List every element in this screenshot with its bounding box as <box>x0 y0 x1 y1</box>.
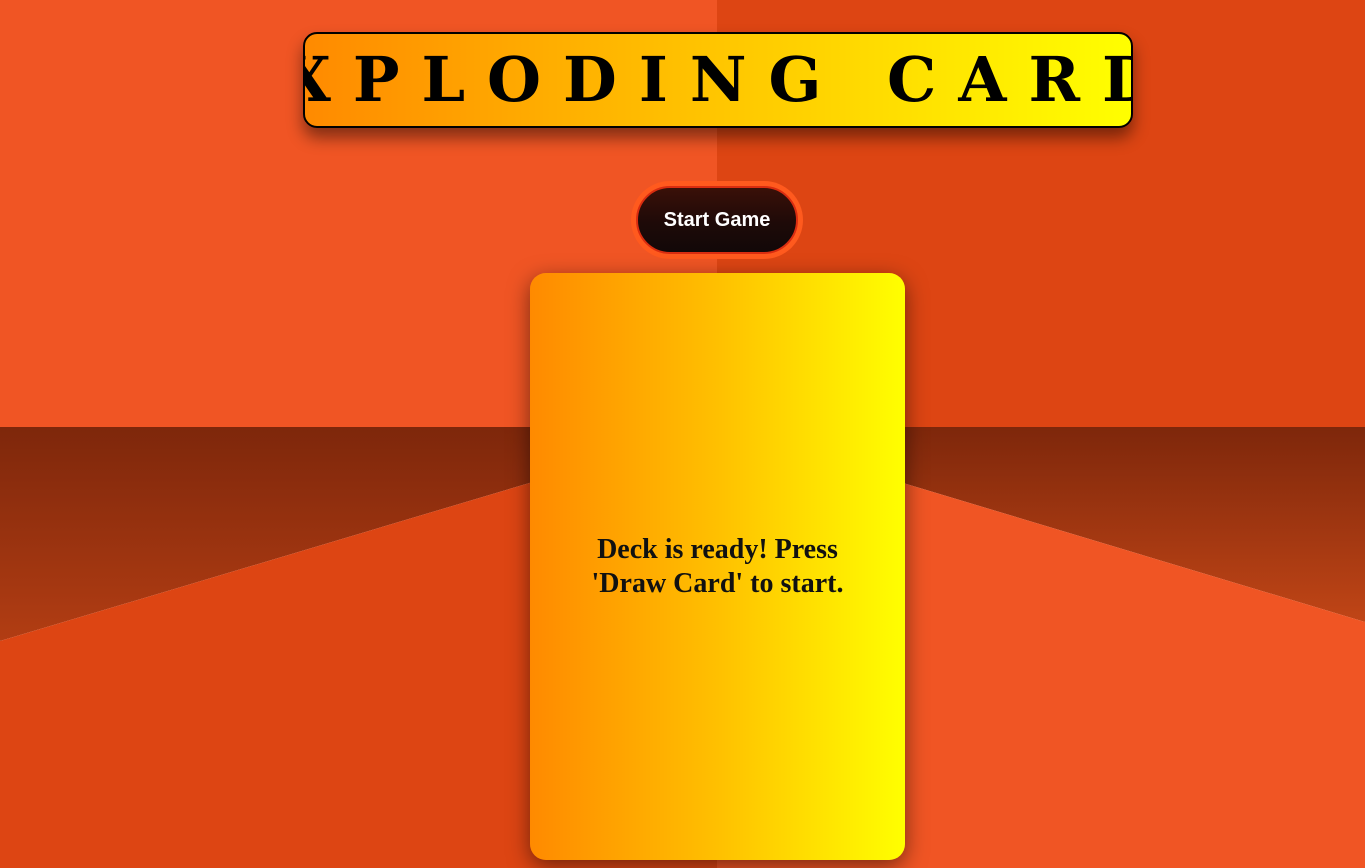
deck-card: Deck is ready! Press 'Draw Card' to star… <box>530 273 905 860</box>
title-banner: EXPLODING CARDS <box>303 32 1133 128</box>
start-game-label[interactable]: Start Game <box>636 186 798 254</box>
page-title: EXPLODING CARDS <box>305 43 1131 116</box>
card-message: Deck is ready! Press 'Draw Card' to star… <box>591 533 844 599</box>
start-game-button[interactable]: Start Game <box>631 181 803 259</box>
